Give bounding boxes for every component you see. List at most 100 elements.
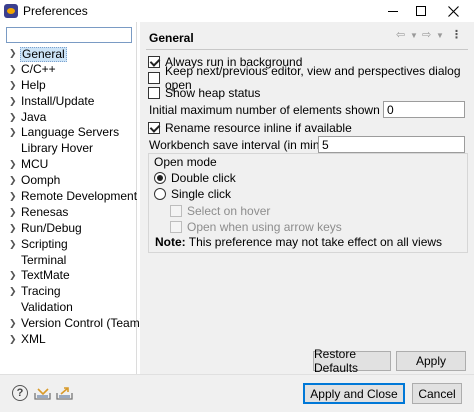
close-button[interactable] xyxy=(438,0,468,22)
tree-item-label: Help xyxy=(21,77,46,92)
preference-tree-pane: ❯ General ❯ C/C++ ❯ Help ❯ Install/Update ❯ Java ❯… xyxy=(0,22,144,374)
tree-item-label: Renesas xyxy=(21,204,69,219)
tree-item[interactable]: Validation xyxy=(0,300,137,316)
tree-item-label: Validation xyxy=(21,300,73,315)
expand-chevron-icon[interactable]: ❯ xyxy=(9,110,17,126)
checkbox-box[interactable] xyxy=(148,55,160,68)
filter-input[interactable] xyxy=(6,27,132,43)
single-click-radio[interactable]: Single click xyxy=(154,186,231,201)
apply-button[interactable]: Apply xyxy=(396,351,466,371)
checkbox-box[interactable] xyxy=(148,86,160,99)
tree-item-label: Library Hover xyxy=(21,141,94,156)
expand-chevron-icon[interactable]: ❯ xyxy=(9,316,17,332)
radio-button[interactable] xyxy=(154,187,166,200)
tree-item[interactable]: Terminal xyxy=(0,253,137,269)
title-separator xyxy=(146,49,468,50)
tree-item[interactable]: ❯ Oomph xyxy=(0,173,137,189)
show-heap-status-checkbox[interactable]: Show heap status xyxy=(148,85,260,100)
restore-defaults-button[interactable]: Restore Defaults xyxy=(313,347,391,375)
app-icon xyxy=(4,4,18,18)
tree-item[interactable]: ❯ Version Control (Team) xyxy=(0,316,144,332)
tree-item[interactable]: ❯ XML xyxy=(0,332,137,348)
forward-dropdown-icon[interactable]: ▼ xyxy=(436,31,444,40)
checkbox-label: Open when using arrow keys xyxy=(187,219,342,234)
expand-chevron-icon[interactable]: ❯ xyxy=(9,189,17,205)
open-arrow-keys-checkbox: Open when using arrow keys xyxy=(170,219,342,234)
tree-item-label: Tracing xyxy=(21,284,61,299)
tree-item[interactable]: ❯ Run/Debug xyxy=(0,221,137,237)
tree-item-label: MCU xyxy=(21,157,49,172)
max-elements-field[interactable] xyxy=(383,101,465,118)
tree-item-label: Scripting xyxy=(21,236,68,251)
tree-item-label: C/C++ xyxy=(21,61,56,76)
expand-chevron-icon[interactable]: ❯ xyxy=(9,157,17,173)
expand-chevron-icon[interactable]: ❯ xyxy=(9,94,17,110)
checkbox-label: Show heap status xyxy=(165,85,261,100)
double-click-radio[interactable]: Double click xyxy=(154,170,236,185)
expand-chevron-icon[interactable]: ❯ xyxy=(9,173,17,189)
expand-chevron-icon[interactable]: ❯ xyxy=(9,237,17,253)
expand-chevron-icon[interactable]: ❯ xyxy=(9,205,17,221)
rename-inline-checkbox[interactable]: Rename resource inline if available xyxy=(148,120,352,135)
help-icon[interactable]: ? xyxy=(12,385,28,401)
cancel-button[interactable]: Cancel xyxy=(412,383,462,404)
keep-dialog-open-checkbox[interactable]: Keep next/previous editor, view and pers… xyxy=(148,64,474,92)
page-title: General xyxy=(149,31,194,45)
checkbox-box[interactable] xyxy=(148,121,160,134)
tree-item[interactable]: ❯ Help xyxy=(0,78,137,94)
tree-item-label: XML xyxy=(21,332,46,347)
tree-item-label: Install/Update xyxy=(21,93,95,108)
tree-item[interactable]: ❯ C/C++ xyxy=(0,62,137,78)
back-arrow-icon[interactable]: ⇦ xyxy=(396,28,405,41)
tree-item-label: General xyxy=(20,47,67,62)
window-title: Preferences xyxy=(23,4,88,18)
radio-button[interactable] xyxy=(154,171,166,184)
expand-chevron-icon[interactable]: ❯ xyxy=(9,284,17,300)
expand-chevron-icon[interactable]: ❯ xyxy=(9,125,17,141)
expand-chevron-icon[interactable]: ❯ xyxy=(9,332,17,348)
expand-chevron-icon[interactable]: ❯ xyxy=(9,221,17,237)
tree-item[interactable]: ❯ Scripting xyxy=(0,237,137,253)
back-dropdown-icon[interactable]: ▼ xyxy=(410,31,418,40)
tree-item[interactable]: ❯ General xyxy=(0,46,137,62)
expand-chevron-icon[interactable]: ❯ xyxy=(9,268,17,284)
note-prefix: Note: xyxy=(155,235,186,249)
checkbox-label: Rename resource inline if available xyxy=(165,120,352,135)
checkbox-box xyxy=(170,204,182,217)
expand-chevron-icon[interactable]: ❯ xyxy=(9,46,17,62)
open-mode-label: Open mode xyxy=(153,155,218,169)
forward-arrow-icon[interactable]: ⇨ xyxy=(422,28,431,41)
checkbox-box xyxy=(170,220,182,233)
import-icon[interactable] xyxy=(34,385,52,401)
tree-item[interactable]: ❯ Install/Update xyxy=(0,94,137,110)
tree-item[interactable]: ❯ TextMate xyxy=(0,268,137,284)
tree-item[interactable]: ❯ Remote Development xyxy=(0,189,137,205)
save-interval-field[interactable] xyxy=(318,136,465,153)
radio-label: Double click xyxy=(171,170,236,185)
tree-item[interactable]: ❯ Tracing xyxy=(0,284,137,300)
expand-chevron-icon[interactable]: ❯ xyxy=(9,62,17,78)
maximize-button[interactable] xyxy=(406,0,436,22)
checkbox-box[interactable] xyxy=(148,71,160,84)
tree-item[interactable]: Library Hover xyxy=(0,141,137,157)
tree-item-label: Remote Development xyxy=(21,189,138,204)
page-nav-toolbar: ⇦ ▼ ⇨ ▼ ⋮ xyxy=(396,28,470,44)
note-body: This preference may not take effect on a… xyxy=(188,235,443,249)
apply-and-close-button[interactable]: Apply and Close xyxy=(303,383,405,404)
minimize-button[interactable] xyxy=(378,0,408,22)
minimize-icon xyxy=(388,10,398,12)
export-icon[interactable] xyxy=(56,385,74,401)
tree-item[interactable]: ❯ Java xyxy=(0,110,137,126)
tree-item[interactable]: ❯ Language Servers xyxy=(0,125,137,141)
tree-item[interactable]: ❯ Renesas xyxy=(0,205,137,221)
tree-item-label: Oomph xyxy=(21,173,61,188)
tree-item-label: Language Servers xyxy=(21,125,120,140)
tree-item[interactable]: ❯ MCU xyxy=(0,157,137,173)
tree-item-label: Terminal xyxy=(21,252,67,267)
select-on-hover-checkbox: Select on hover xyxy=(170,203,270,218)
expand-chevron-icon[interactable]: ❯ xyxy=(9,78,17,94)
tree-item-label: Version Control (Team) xyxy=(21,316,144,331)
tree-item-label: Run/Debug xyxy=(21,220,82,235)
tree-item-label: TextMate xyxy=(21,268,70,283)
view-menu-icon[interactable]: ⋮ xyxy=(451,28,462,41)
